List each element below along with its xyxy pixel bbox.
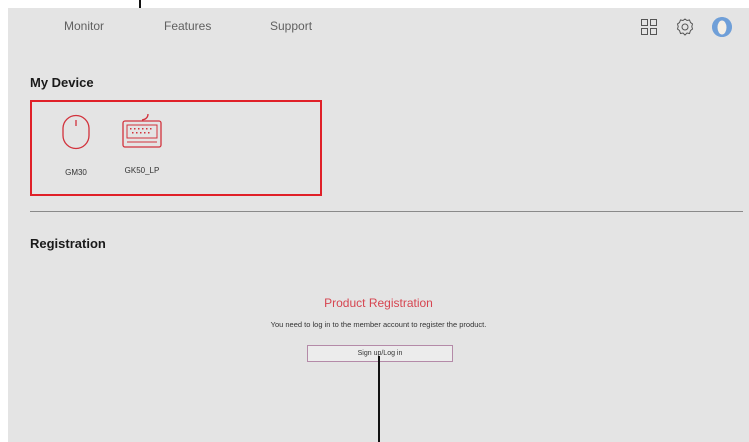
section-divider xyxy=(30,211,743,212)
device-gk50lp[interactable]: GK50_LP xyxy=(112,112,172,175)
product-registration-heading: Product Registration xyxy=(324,296,433,310)
device-list-highlight: GM30 GK50_LP xyxy=(30,100,322,196)
device-gm30[interactable]: GM30 xyxy=(46,114,106,177)
nav-support[interactable]: Support xyxy=(270,19,312,33)
my-device-title: My Device xyxy=(30,75,94,90)
mouse-icon xyxy=(62,114,90,150)
nav-monitor[interactable]: Monitor xyxy=(64,19,104,33)
device-label-gk50lp: GK50_LP xyxy=(124,166,160,175)
callout-line-bottom xyxy=(378,356,380,442)
sign-up-login-button[interactable]: Sign up/Log in xyxy=(307,345,453,362)
registration-description: You need to log in to the member account… xyxy=(270,320,487,329)
nav-features[interactable]: Features xyxy=(164,19,211,33)
device-label-gm30: GM30 xyxy=(65,168,87,177)
keyboard-icon xyxy=(122,113,162,148)
settings-icon[interactable] xyxy=(675,17,695,37)
grid-icon[interactable] xyxy=(639,17,659,37)
registration-title: Registration xyxy=(30,236,106,251)
user-avatar[interactable] xyxy=(712,17,732,37)
